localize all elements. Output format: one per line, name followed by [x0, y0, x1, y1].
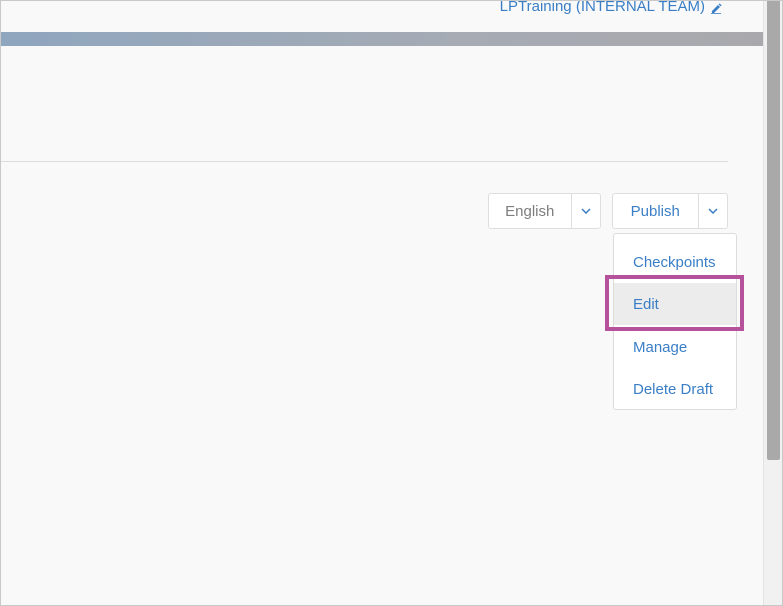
header-accent-bar	[1, 32, 763, 46]
language-selector: English	[488, 193, 601, 229]
user-account-link[interactable]: LPTraining (INTERNAL TEAM)	[499, 0, 722, 15]
menu-item-edit[interactable]: Edit	[614, 283, 736, 325]
user-account-label: LPTraining (INTERNAL TEAM)	[499, 0, 705, 15]
menu-item-manage[interactable]: Manage	[614, 326, 736, 368]
language-dropdown-toggle[interactable]	[570, 194, 600, 228]
chevron-down-icon	[708, 208, 718, 214]
chevron-down-icon	[581, 208, 591, 214]
page-header-area	[1, 46, 763, 161]
language-button[interactable]: English	[489, 194, 571, 228]
menu-item-checkpoints[interactable]: Checkpoints	[614, 241, 736, 283]
publish-split-button: Publish	[612, 193, 728, 229]
publish-dropdown-menu: Checkpoints Edit Manage Delete Draft	[613, 233, 737, 410]
publish-button[interactable]: Publish	[613, 194, 698, 228]
vertical-scrollbar[interactable]	[763, 1, 782, 605]
pencil-icon[interactable]	[710, 1, 722, 14]
app-window: LPTraining (INTERNAL TEAM) English Publi…	[0, 0, 783, 606]
menu-item-delete-draft[interactable]: Delete Draft	[614, 368, 736, 410]
scrollbar-thumb[interactable]	[767, 1, 780, 460]
section-divider	[1, 161, 728, 162]
publish-dropdown-toggle[interactable]	[697, 194, 728, 228]
